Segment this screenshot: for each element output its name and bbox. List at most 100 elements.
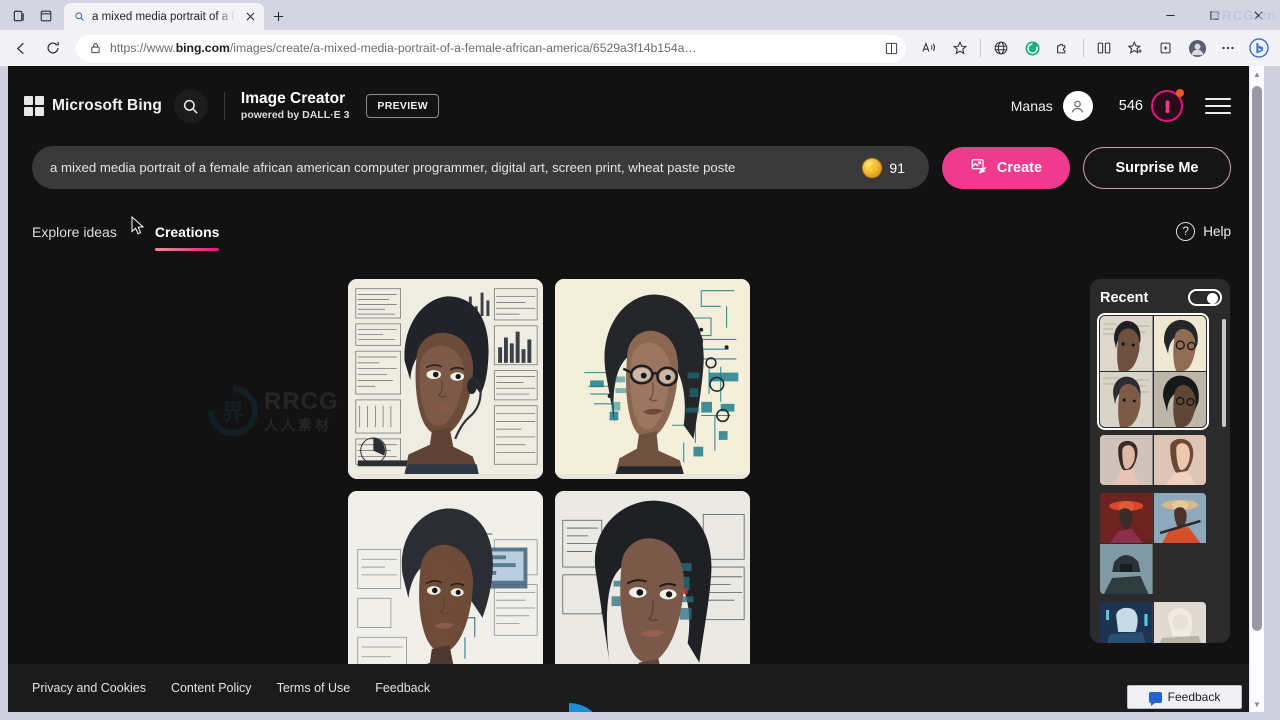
split-screen-icon[interactable] [884,41,898,55]
boost-coin-icon: ⚡ [862,157,883,178]
scroll-down-icon[interactable]: ▼ [1250,696,1265,712]
url-text: https://www.bing.com/images/create/a-mix… [110,41,876,55]
thumbnail [1100,372,1153,427]
close-icon[interactable] [243,9,258,24]
tab-explore-ideas[interactable]: Explore ideas [32,224,117,251]
image-create-icon [970,157,988,179]
footer-link-feedback[interactable]: Feedback [375,681,430,695]
recent-header: Recent [1100,289,1222,306]
scrollbar-thumb[interactable] [1251,86,1262,631]
bing-copilot-icon[interactable] [1244,34,1274,62]
feedback-button[interactable]: Feedback [1127,685,1242,709]
footer-link-terms[interactable]: Terms of Use [277,681,351,695]
navigation-toolbar: https://www.bing.com/images/create/a-mix… [0,30,1280,66]
surprise-me-button[interactable]: Surprise Me [1083,146,1231,189]
username-label: Manas [1010,98,1053,114]
reload-icon[interactable] [38,34,68,62]
generated-image[interactable] [555,491,750,691]
thumbnail [1153,372,1206,427]
app-header: Microsoft Bing Image Creator powered by … [8,66,1249,146]
collections-icon[interactable] [1151,34,1181,62]
image-creator-page: Microsoft Bing Image Creator powered by … [8,66,1249,712]
mouse-cursor [131,216,145,235]
thumbnail [1100,316,1153,371]
copilot-green-icon[interactable] [1017,34,1047,62]
browser-tab[interactable]: a mixed media portrait of a femal [64,3,264,30]
generated-images-grid [348,279,750,691]
artwork-1 [348,279,543,474]
generated-image[interactable] [555,279,750,479]
thumbnail [1153,435,1206,485]
header-right: Manas 546 [1010,89,1231,122]
page-scrollbar[interactable]: ▲ ▼ [1249,66,1264,712]
tab-creations[interactable]: Creations [154,224,219,251]
recent-scrollbar[interactable] [1222,319,1226,427]
recent-toggle[interactable] [1188,289,1222,306]
help-circle-icon: ? [1176,222,1196,241]
create-button[interactable]: Create [942,146,1070,189]
thumbnail [1100,544,1153,594]
footer-link-privacy[interactable]: Privacy and Cookies [32,681,146,695]
vertical-tabs-icon[interactable] [32,3,60,29]
footer-link-content-policy[interactable]: Content Policy [171,681,252,695]
help-label: Help [1203,224,1231,239]
list-item[interactable] [1100,602,1206,643]
recent-panel: Recent [1090,279,1230,643]
prompt-input-container[interactable]: a mixed media portrait of a female afric… [32,146,929,189]
product-name: Image Creator [240,90,346,108]
bing-logo[interactable]: Microsoft Bing [24,96,162,116]
address-bar[interactable]: https://www.bing.com/images/create/a-mix… [76,34,906,62]
avatar[interactable] [1062,91,1093,121]
close-button[interactable] [1236,0,1280,30]
back-arrow-icon[interactable] [6,34,36,62]
scroll-up-icon[interactable]: ▲ [1250,66,1265,82]
help-link[interactable]: ? Help [1176,222,1231,251]
prompt-row: a mixed media portrait of a female afric… [8,146,1249,189]
profile-avatar-icon[interactable] [1182,34,1212,62]
split-view-icon[interactable] [1089,34,1119,62]
thumbnail [1153,316,1206,371]
search-input[interactable]: a mixed media portrait of a female afric… [50,160,850,175]
new-tab-button[interactable] [264,3,292,29]
tab-title: a mixed media portrait of a femal [92,10,237,23]
artwork-4 [555,491,750,686]
artwork-3 [348,491,543,686]
microsoft-grid-icon [24,96,44,116]
maximize-button[interactable] [1192,0,1236,30]
creations-content: Recent [8,251,1249,691]
product-title: Image Creator powered by DALL·E 3 [241,90,350,122]
more-options-icon[interactable] [1213,34,1243,62]
credits-count: 546 [1118,98,1143,114]
search-icon[interactable] [173,89,208,123]
search-icon [73,10,86,23]
toolbar-divider-2 [1083,39,1084,57]
window-controls [1148,0,1280,30]
favorite-star-icon[interactable] [945,34,975,62]
browser-window: a mixed media portrait of a femal RRCG.c… [0,0,1280,720]
minimize-button[interactable] [1148,0,1192,30]
hamburger-menu-icon[interactable] [1205,98,1231,114]
recent-list [1097,313,1209,643]
generated-image[interactable] [348,279,543,479]
page-tabs: Explore ideas Creations ? Help [8,189,1249,251]
scrollbar-track[interactable] [1250,82,1265,696]
add-favorite-icon[interactable] [1120,34,1150,62]
browser-toolbar-icons [914,34,1274,62]
thumbnail [1100,493,1153,543]
lock-icon [88,41,102,55]
image-grid-wrapper [8,279,1090,691]
preview-badge: PREVIEW [366,94,439,118]
read-aloud-icon[interactable] [914,34,944,62]
surprise-me-label: Surprise Me [1115,159,1199,176]
list-item[interactable] [1100,493,1206,594]
product-subtitle: powered by DALL·E 3 [240,109,350,122]
list-item[interactable] [1100,435,1206,485]
extensions-icon[interactable] [1048,34,1078,62]
artwork-2 [555,279,750,474]
tab-strip: a mixed media portrait of a femal RRCG.c… [0,0,1280,30]
tab-actions-icon[interactable] [4,3,32,29]
list-item[interactable] [1097,313,1209,430]
browser-essentials-icon[interactable] [986,34,1016,62]
generated-image[interactable] [348,491,543,691]
boost-rewards-icon[interactable] [1151,89,1184,122]
